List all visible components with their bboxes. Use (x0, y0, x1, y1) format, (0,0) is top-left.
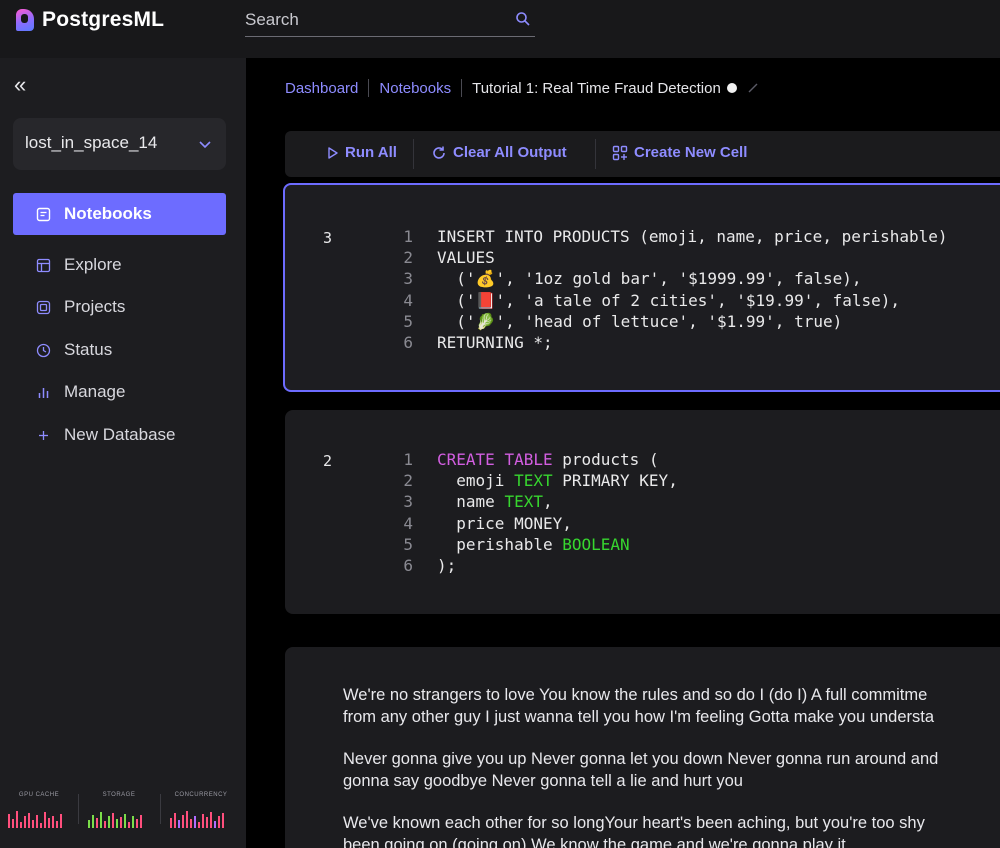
sidebar-item-status[interactable]: Status (13, 329, 226, 371)
metric-label: STORAGE (102, 792, 136, 798)
notebook-cell[interactable]: 2 1 CREATE TABLE products ( 2 emoji TEXT P… (285, 410, 1000, 614)
plus-icon (39, 431, 48, 440)
manage-icon (38, 388, 49, 398)
metric-sparkline (8, 810, 70, 828)
cell-code-editor[interactable]: 1 INSERT INTO PRODUCTS (emoji, name, pric… (393, 226, 948, 353)
sidebar-item-label: Manage (64, 382, 126, 401)
chevron-down-icon (199, 141, 211, 149)
storage-metric: STORAGE (82, 786, 156, 848)
code-line: 4 price MONEY, (403, 513, 572, 533)
markdown-paragraph: We're no strangers to love You know the … (343, 686, 935, 726)
notebook-toolbar: Run All Clear All Output Create New Cell (285, 131, 1000, 177)
status-dot-icon (726, 83, 737, 93)
notebook-icon (36, 207, 51, 222)
postgresml-logo-icon (16, 9, 34, 31)
clear-all-output-label: Clear All Output (453, 144, 567, 161)
edit-icon[interactable] (747, 82, 759, 94)
toolbar-divider (413, 139, 414, 169)
sidebar-item-label: Projects (64, 297, 126, 316)
gpu-cache-metric: GPU CACHE (2, 786, 76, 848)
sidebar-item-label: Notebooks (64, 204, 152, 223)
add-cell-icon (612, 145, 628, 160)
status-icon (36, 343, 51, 358)
sidebar-item-new-database[interactable]: New Database (13, 414, 226, 456)
metric-divider (78, 794, 79, 824)
projects-icon (36, 300, 51, 315)
code-line: 5 perishable BOOLEAN (403, 534, 630, 554)
clear-all-output-button[interactable]: Clear All Output (431, 144, 567, 161)
code-line: 6); (403, 556, 457, 576)
database-select[interactable]: lost_in_space_14 (13, 118, 226, 170)
breadcrumb-notebooks[interactable]: Notebooks (379, 80, 451, 97)
sidebar-item-label: Status (64, 340, 113, 359)
breadcrumb-current-notebook: Tutorial 1: Real Time Fraud Detection (472, 79, 721, 97)
brand[interactable]: PostgresML (16, 8, 164, 32)
breadcrumb-divider (368, 79, 370, 97)
code-line: 3 name TEXT, (403, 492, 553, 512)
sidebar-item-label: Explore (64, 255, 122, 274)
code-line: 3 ('💰', '1oz gold bar', '$1999.99', fals… (403, 269, 862, 289)
code-line: 4 ('📕', 'a tale of 2 cities', '$19.99', … (403, 290, 901, 310)
breadcrumb: Dashboard Notebooks Tutorial 1: Real Tim… (285, 79, 759, 97)
metric-sparkline (88, 810, 150, 828)
sidebar-item-explore[interactable]: Explore (13, 244, 226, 286)
code-line: 5 ('🥬', 'head of lettuce', '$1.99', true… (403, 311, 843, 331)
cell-execution-number: 3 (323, 229, 333, 247)
sidebar: « lost_in_space_14 Notebooks Explore Pro… (0, 58, 246, 848)
brand-name: PostgresML (42, 8, 165, 31)
markdown-paragraph: We've known each other for so longYour h… (343, 814, 925, 848)
cell-execution-number: 2 (323, 452, 333, 470)
markdown-cell[interactable]: We're no strangers to love You know the … (285, 647, 1000, 848)
code-line: 1 CREATE TABLE products ( (403, 450, 659, 469)
markdown-content: We're no strangers to love You know the … (343, 685, 1000, 848)
cell-code-editor[interactable]: 1 CREATE TABLE products ( 2 emoji TEXT PRI… (393, 449, 678, 576)
sidebar-item-projects[interactable]: Projects (13, 286, 226, 328)
code-line: 1 INSERT INTO PRODUCTS (emoji, name, pric… (403, 227, 948, 246)
code-line: 6 RETURNING *; (403, 333, 553, 353)
code-line: 2 emoji TEXT PRIMARY KEY, (403, 471, 678, 491)
database-name: lost_in_space_14 (25, 133, 158, 152)
code-line: 2 VALUES (403, 248, 495, 268)
sidebar-item-label: New Database (64, 425, 176, 444)
play-icon (328, 146, 338, 159)
sidebar-item-notebooks[interactable]: Notebooks (13, 193, 226, 235)
sidebar-item-manage[interactable]: Manage (13, 371, 226, 413)
usage-metrics: GPU CACHE STORAGE CONCURRENCY (0, 786, 246, 848)
top-bar: PostgresML Search (0, 0, 1000, 58)
metric-divider (160, 794, 161, 824)
search-placeholder: Search (245, 10, 299, 29)
create-new-cell-label: Create New Cell (634, 144, 748, 161)
breadcrumb-divider (461, 79, 463, 97)
run-all-button[interactable]: Run All (327, 144, 397, 161)
breadcrumb-dashboard[interactable]: Dashboard (285, 80, 358, 97)
metric-label: GPU CACHE (18, 792, 60, 798)
search-icon[interactable] (515, 11, 531, 27)
explore-icon (36, 258, 51, 273)
metric-sparkline (170, 810, 232, 828)
collapse-sidebar-button[interactable]: « (14, 74, 26, 96)
markdown-paragraph: Never gonna give you up Never gonna let … (343, 750, 939, 790)
metric-label: CONCURRENCY (174, 792, 228, 798)
refresh-icon (433, 146, 445, 159)
search-input[interactable]: Search (245, 8, 535, 37)
toolbar-divider (595, 139, 596, 169)
notebook-cell[interactable]: 3 1 INSERT INTO PRODUCTS (emoji, name, pr… (283, 183, 1000, 392)
concurrency-metric: CONCURRENCY (164, 786, 238, 848)
create-new-cell-button[interactable]: Create New Cell (612, 144, 747, 161)
run-all-label: Run All (345, 144, 397, 161)
